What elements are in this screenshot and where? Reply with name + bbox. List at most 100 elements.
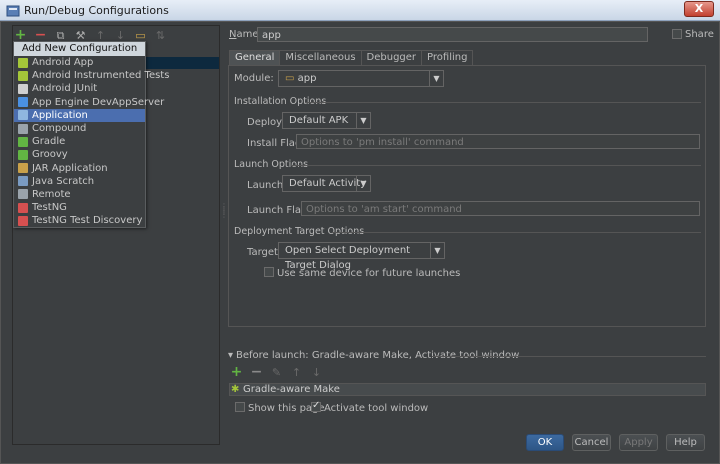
testng-icon [18, 202, 28, 213]
add-icon[interactable]: + [14, 28, 27, 42]
window-title: Run/Debug Configurations [24, 4, 169, 17]
gradle-icon: ✱ [231, 384, 240, 395]
remove-icon[interactable]: − [34, 28, 47, 42]
same-device-checkbox[interactable] [264, 267, 274, 277]
share-label: Share [685, 29, 714, 40]
before-launch-expand-icon[interactable]: ▾ [228, 350, 233, 361]
popup-item-label: Android JUnit [32, 83, 98, 95]
popup-item-label: Android App [32, 57, 94, 69]
same-device-label: Use same device for future launches [277, 268, 461, 279]
activate-tool-window-label: Activate tool window [324, 403, 429, 414]
popup-item-app-engine-devappserver[interactable]: App Engine DevAppServer [14, 96, 164, 109]
close-button[interactable]: X [684, 1, 714, 17]
popup-item-label: Gradle [32, 136, 66, 148]
junit-icon [18, 83, 28, 94]
section-divider [432, 356, 706, 357]
ok-button[interactable]: OK [526, 434, 564, 451]
popup-item-groovy[interactable]: Groovy [14, 148, 145, 161]
launch-label: Launch: [247, 180, 287, 191]
sort-icon[interactable]: ⇅ [154, 29, 167, 42]
move-task-down-icon[interactable]: ↓ [310, 366, 323, 379]
name-input[interactable]: app [257, 27, 648, 42]
section-divider [332, 232, 701, 233]
install-flags-input[interactable]: Options to 'pm install' command [296, 134, 700, 149]
groovy-icon [18, 149, 28, 160]
move-up-icon[interactable]: ↑ [94, 29, 107, 42]
activate-tool-window-checkbox[interactable] [311, 400, 321, 412]
android-app-icon [18, 57, 28, 68]
popup-item-label: TestNG [32, 202, 67, 214]
target-combo[interactable]: Open Select Deployment Target Dialog ▼ [278, 242, 445, 271]
popup-item-android-junit[interactable]: Android JUnit [14, 82, 145, 95]
chevron-down-icon: ▼ [356, 113, 370, 128]
popup-item-remote[interactable]: Remote [14, 188, 145, 201]
jar-icon [18, 163, 28, 174]
chevron-down-icon: ▼ [356, 176, 370, 191]
testng-discovery-icon [18, 215, 28, 226]
popup-item-jar-application[interactable]: JAR Application [14, 162, 145, 175]
popup-item-label: Groovy [32, 149, 68, 161]
chevron-down-icon: ▼ [430, 243, 444, 258]
popup-item-testng-test-discovery[interactable]: TestNG Test Discovery [14, 214, 145, 227]
folder-icon[interactable]: ▭ [134, 29, 147, 42]
run-config-icon [6, 5, 20, 17]
cancel-button[interactable]: Cancel [572, 434, 611, 451]
title-bar: Run/Debug Configurations X [0, 0, 720, 21]
splitter-handle[interactable]: ⋮ ⋮ ⋮ [220, 203, 228, 229]
gradle-icon [18, 136, 28, 147]
config-tabs: General Miscellaneous Debugger Profiling [229, 50, 474, 65]
show-page-checkbox[interactable] [235, 402, 245, 412]
section-divider [291, 165, 701, 166]
launch-flags-input[interactable]: Options to 'am start' command [301, 201, 700, 216]
popup-item-label: Remote [32, 188, 71, 200]
wrench-icon[interactable]: ⚒ [74, 29, 87, 42]
selected-config-row[interactable] [146, 57, 219, 69]
move-task-up-icon[interactable]: ↑ [290, 366, 303, 379]
section-divider [305, 102, 701, 103]
tab-debugger[interactable]: Debugger [360, 50, 423, 65]
remove-task-icon[interactable]: − [250, 365, 263, 379]
edit-task-icon[interactable]: ✎ [270, 366, 283, 379]
popup-item-label: Java Scratch [32, 175, 95, 187]
popup-item-java-scratch[interactable]: Java Scratch [14, 175, 145, 188]
popup-item-application[interactable]: Application [14, 108, 145, 122]
chevron-down-icon: ▼ [429, 71, 443, 86]
compound-icon [18, 123, 28, 134]
popup-item-gradle[interactable]: Gradle [14, 135, 145, 148]
popup-item-label: Android Instrumented Tests [32, 70, 170, 82]
module-value: app [297, 73, 317, 84]
deploy-combo[interactable]: Default APK ▼ [282, 112, 371, 129]
module-combo[interactable]: ▭ app ▼ [278, 70, 444, 87]
android-tests-icon [18, 70, 28, 81]
popup-item-compound[interactable]: Compound [14, 122, 145, 135]
remote-icon [18, 189, 28, 200]
module-folder-icon: ▭ [285, 73, 298, 84]
apply-button[interactable]: Apply [619, 434, 658, 451]
popup-item-android-app[interactable]: Android App [14, 56, 145, 69]
popup-item-android-instrumented-tests[interactable]: Android Instrumented Tests [14, 69, 169, 82]
app-engine-icon [18, 97, 28, 108]
tab-general[interactable]: General [229, 50, 281, 65]
popup-item-testng[interactable]: TestNG [14, 201, 145, 214]
help-button[interactable]: Help [666, 434, 705, 451]
launch-value: Default Activity [289, 178, 367, 189]
launch-combo[interactable]: Default Activity ▼ [282, 175, 371, 192]
deploy-label: Deploy: [247, 117, 285, 128]
popup-item-label: Compound [32, 123, 87, 135]
before-launch-task-row[interactable]: ✱ Gradle-aware Make [229, 383, 706, 396]
java-scratch-icon [18, 176, 28, 187]
target-label: Target: [247, 247, 282, 258]
popup-header: Add New Configuration [14, 42, 145, 56]
add-task-icon[interactable]: + [230, 365, 243, 379]
move-down-icon[interactable]: ↓ [114, 29, 127, 42]
before-launch-toolbar: + − ✎ ↑ ↓ [230, 364, 323, 380]
application-icon [18, 110, 28, 121]
module-label: Module: [234, 73, 274, 84]
tab-profiling[interactable]: Profiling [421, 50, 474, 65]
copy-icon[interactable]: ⧉ [54, 29, 67, 42]
share-checkbox[interactable] [672, 29, 682, 39]
tab-miscellaneous[interactable]: Miscellaneous [279, 50, 362, 65]
add-configuration-popup: Add New Configuration Android App Android… [13, 41, 169, 228]
popup-item-label: TestNG Test Discovery [32, 215, 143, 227]
task-label: Gradle-aware Make [243, 384, 340, 395]
